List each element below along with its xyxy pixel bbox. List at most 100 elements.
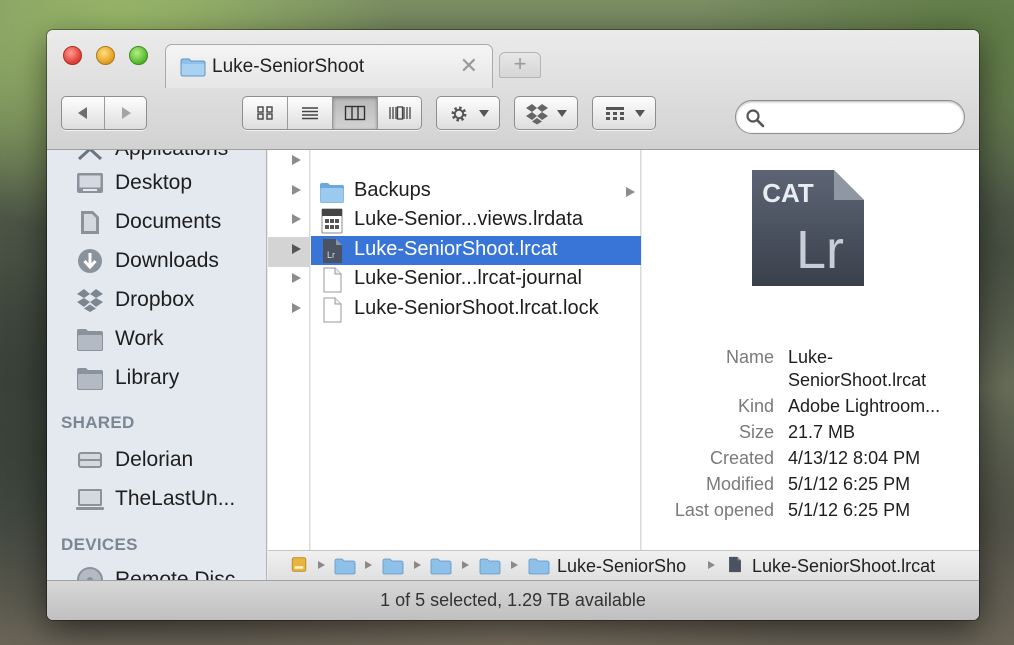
list-item[interactable]: Luke-Senior...views.lrdata [311,206,641,235]
sidebar-item-label: Delorian [115,448,194,471]
applications-icon [77,150,103,161]
folder-icon[interactable] [479,558,501,575]
sidebar-item-library[interactable]: Library [47,360,266,396]
zoom-window-button[interactable] [129,46,148,65]
search-input[interactable] [735,100,965,134]
coverflow-view-button[interactable] [378,97,422,129]
path-file-label[interactable]: Luke-SeniorShoot.lrcat [752,556,935,577]
tab-luke-seniorshoot[interactable]: Luke-SeniorShoot ✕ [165,44,493,88]
dropbox-icon [526,104,548,125]
file-name: Luke-SeniorShoot.lrcat.lock [354,297,599,319]
list-item[interactable]: Luke-SeniorShoot.lrcat.lock [311,295,641,324]
sidebar-item-label: Downloads [115,249,219,272]
toolbar: Luke-SeniorShoot ✕ + [47,30,979,150]
list-icon [302,107,318,120]
icon-view-button[interactable] [243,97,288,129]
list-item[interactable]: Lr Luke-SeniorShoot.lrcat [311,236,641,265]
chevron-down-icon [635,110,645,117]
path-bar: Luke-SeniorSho Luke-SeniorShoot.lrcat [268,550,979,580]
path-separator-icon [708,561,715,569]
close-tab-icon[interactable]: ✕ [460,53,478,79]
sidebar-item-downloads[interactable]: Downloads [47,243,266,279]
lrcat-icon: Lr [323,239,342,263]
sidebar-heading-devices: DEVICES [61,535,138,554]
column-view-button[interactable] [333,97,378,129]
sidebar-item-delorian[interactable]: Delorian [47,442,266,478]
drive-icon[interactable] [288,556,310,573]
list-item[interactable]: Backups [311,177,641,206]
display-icon [76,489,104,510]
path-separator-icon [511,561,518,569]
list-item[interactable]: Luke-Senior...lrcat-journal [311,265,641,294]
dropbox-menu-button[interactable] [514,96,578,130]
folder-icon[interactable] [382,558,404,575]
disclosure-arrow-icon [292,244,301,254]
back-button[interactable] [62,97,105,129]
disclosure-arrow-icon [292,214,301,224]
meta-size-value: 21.7 MB [788,422,856,442]
sidebar-item-desktop[interactable]: Desktop [47,165,266,201]
file-name: Luke-Senior...lrcat-journal [354,267,582,289]
folder-icon [180,58,206,77]
dropbox-icon [77,289,103,312]
disclosure-arrow-icon [292,155,301,165]
new-tab-button[interactable]: + [499,52,541,78]
downloads-icon [78,249,102,273]
meta-name-value: Luke- [788,347,834,367]
sidebar-item-work[interactable]: Work [47,321,266,357]
svg-text:Lr: Lr [327,250,335,260]
sidebar-item-documents[interactable]: Documents [47,204,266,240]
disclosure-arrow-icon [292,273,301,283]
path-folder-label[interactable]: Luke-SeniorSho [557,556,695,577]
sidebar-item-label: TheLastUn... [115,487,236,510]
arrange-menu-button[interactable] [592,96,656,130]
disclosure-arrow-icon [626,187,635,197]
sidebar-item-label: Work [115,327,164,350]
path-separator-icon [365,561,372,569]
meta-kind-label: Kind [737,396,774,416]
minimize-window-button[interactable] [96,46,115,65]
sidebar-heading-shared: SHARED [61,413,135,432]
sidebar-item-label: Applications [115,150,228,161]
search-icon [746,109,765,128]
parent-selection [268,237,310,267]
close-window-button[interactable] [63,46,82,65]
meta-modified-value: 5/1/12 6:25 PM [788,474,911,494]
finder-window: Luke-SeniorShoot ✕ + Desktop Documents D… [47,30,979,620]
disc-icon [77,567,103,580]
meta-kind-value: Adobe Lightroom... [788,396,941,416]
sidebar-item-dropbox[interactable]: Dropbox [47,282,266,318]
tab-title: Luke-SeniorShoot [212,56,365,77]
grid-icon [257,106,273,120]
sidebar-item-label: Library [115,366,180,389]
sidebar-item-label: Dropbox [115,288,195,311]
meta-last-opened-value: 5/1/12 6:25 PM [788,500,911,520]
path-separator-icon [318,561,325,569]
path-separator-icon [414,561,421,569]
gear-icon [451,106,467,122]
meta-created-label: Created [709,448,774,468]
folder-icon[interactable] [528,558,550,575]
list-view-button[interactable] [288,97,333,129]
preview-pane: CAT Lr Name Luke- SeniorShoot.lrcat Kind… [642,150,979,550]
file-name: Luke-SeniorShoot.lrcat [354,238,558,260]
forward-button[interactable] [105,97,146,129]
meta-size-label: Size [738,422,774,442]
lrdata-icon [321,208,343,234]
folder-icon[interactable] [430,558,452,575]
sidebar-item-label: Remote Disc [115,568,236,580]
document-icon [323,267,342,293]
lightroom-catalog-icon: CAT Lr [752,170,864,286]
back-arrow-icon [78,107,87,119]
file-name: Luke-Senior...views.lrdata [354,208,584,230]
sidebar-item-thelastun[interactable]: TheLastUn... [47,481,266,517]
folder-icon[interactable] [334,558,356,575]
meta-name-label: Name [725,347,774,367]
sidebar-item-label: Desktop [115,171,193,194]
action-menu-button[interactable] [436,96,500,130]
sidebar-item-remote-disc[interactable]: Remote Disc [47,562,266,580]
lrcat-icon[interactable] [724,556,746,573]
forward-arrow-icon [121,107,131,119]
coverflow-icon [389,106,411,120]
view-mode-control [242,96,422,130]
